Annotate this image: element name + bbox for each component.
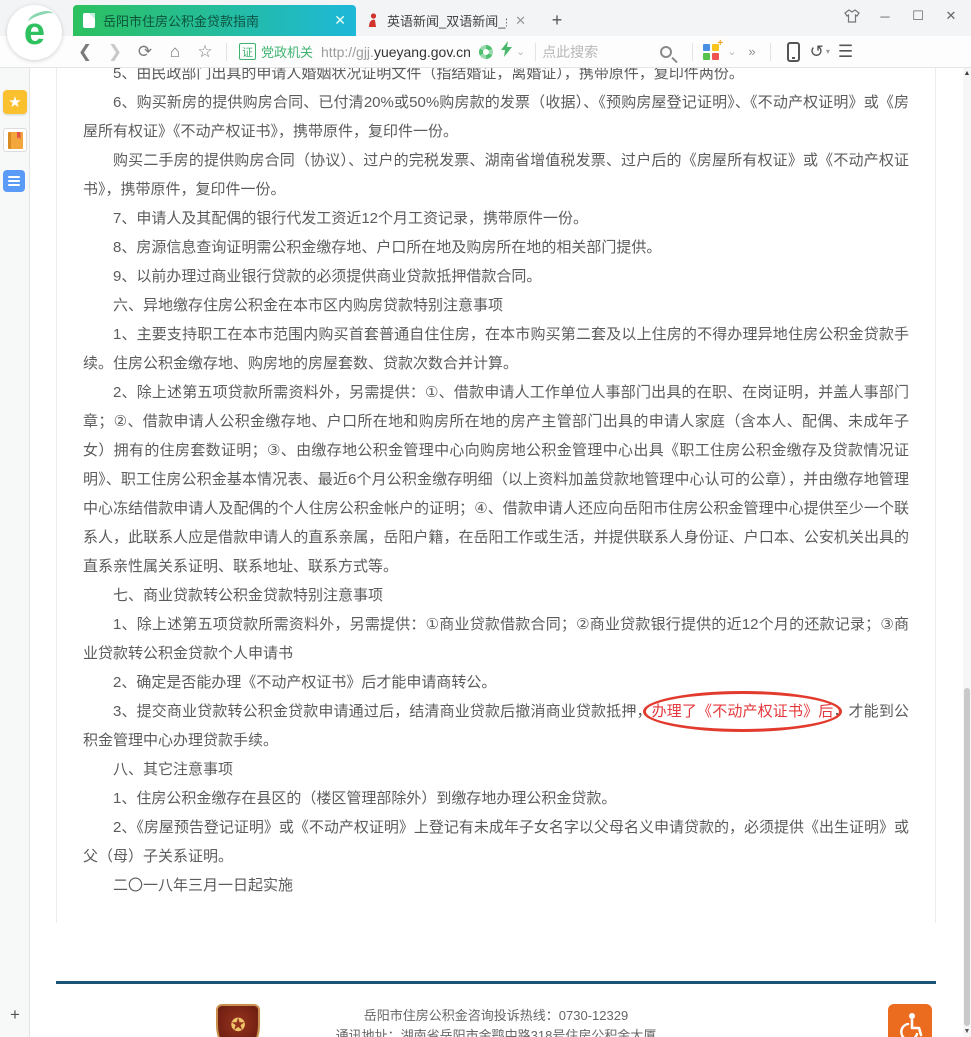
chevron-down-icon[interactable]: ⌄ xyxy=(727,45,736,58)
favorite-star-icon[interactable]: ☆ xyxy=(190,42,220,62)
scroll-down-arrow[interactable]: ▼ xyxy=(963,1028,971,1035)
tab-close-icon[interactable]: ✕ xyxy=(515,13,526,29)
paragraph: 5、由民政部门出具的申请人婚姻状况证明文件（指结婚证，离婚证），携带原件，复印件… xyxy=(83,68,909,88)
side-panel: ★ + xyxy=(0,68,30,1037)
paragraph: 七、商业贷款转公积金贷款特别注意事项 xyxy=(83,581,909,610)
paragraph: 六、异地缴存住房公积金在本市区内购房贷款特别注意事项 xyxy=(83,291,909,320)
recently-closed-icon[interactable]: ↺ xyxy=(810,42,824,62)
logo-e-glyph: e xyxy=(24,13,45,51)
divider xyxy=(692,43,693,61)
footer-line: 通讯地址：湖南省岳阳市金鹗中路318号住房公积金大厦 xyxy=(320,1026,672,1037)
paragraph: 2、除上述第五项贷款所需资料外，另需提供：①、借款申请人工作单位人事部门出具的在… xyxy=(83,378,909,581)
footer-info: 岳阳市住房公积金咨询投诉热线：0730-12329通讯地址：湖南省岳阳市金鹗中路… xyxy=(320,1006,672,1037)
window-controls: ─ ☐ ✕ xyxy=(840,4,963,28)
menu-icon[interactable]: ☰ xyxy=(838,42,853,62)
book-icon xyxy=(8,132,23,149)
tab-title: 岳阳市住房公积金贷款指南 xyxy=(103,11,326,30)
divider xyxy=(226,43,227,61)
paragraph: 9、以前办理过商业银行贷款的必须提供商业贷款抵押借款合同。 xyxy=(83,262,909,291)
paragraph: 6、购买新房的提供购房合同、已付清20%或50%购房款的发票（收据）、《预购房屋… xyxy=(83,88,909,146)
lightning-icon[interactable] xyxy=(501,41,512,62)
notes-document-icon[interactable] xyxy=(3,170,25,192)
tab-favicon-icon xyxy=(366,13,379,28)
scrollbar-thumb[interactable] xyxy=(964,688,970,1026)
paragraph: 2、《房屋预告登记证明》或《不动产权证明》上登记有未成年子女名字以父母名义申请贷… xyxy=(83,813,909,871)
toolbar: ❮ ❯ ⟳ ⌂ ☆ 证 党政机关 http://gjj.yueyang.gov.… xyxy=(0,36,971,68)
url-domain: yueyang.gov.cn xyxy=(374,44,471,60)
browser-window: e 岳阳市住房公积金贷款指南 ✕ 英语新闻_双语新闻_纽约时报中… ✕ + xyxy=(0,0,971,1037)
maximize-button[interactable]: ☐ xyxy=(906,4,930,28)
web-page: 5、由民政部门出具的申请人婚姻状况证明文件（指结婚证，离婚证），携带原件，复印件… xyxy=(30,68,971,1037)
paragraph: 八、其它注意事项 xyxy=(83,755,909,784)
browser-body: ★ + 5、由民政部门出具的申请人婚姻状况证明文件（指结婚证，离婚证），携带原件… xyxy=(0,68,971,1037)
paragraph: 购买二手房的提供购房合同（协议）、过户的完税发票、湖南省增值税发票、过户后的《房… xyxy=(83,146,909,204)
site-cert-badge[interactable]: 证 党政机关 xyxy=(239,42,313,61)
back-button[interactable]: ❮ xyxy=(70,42,100,62)
search-icon[interactable] xyxy=(660,46,672,58)
new-tab-button[interactable]: + xyxy=(544,7,570,33)
tab-bar: e 岳阳市住房公积金贷款指南 ✕ 英语新闻_双语新闻_纽约时报中… ✕ + xyxy=(0,0,971,36)
wheelchair-icon xyxy=(895,1011,925,1037)
scrollbar[interactable]: ▲ ▼ xyxy=(963,68,971,1037)
badge-emblem: ✪ xyxy=(230,1016,245,1034)
home-button[interactable]: ⌂ xyxy=(160,42,190,62)
paragraph: 1、主要支持职工在本市范围内购买首套普通自住住房，在本市购买第二套及以上住房的不… xyxy=(83,320,909,378)
more-tools-icon[interactable]: » xyxy=(748,44,755,59)
paragraph: 7、申请人及其配偶的银行代发工资近12个月工资记录，携带原件一份。 xyxy=(83,204,909,233)
browser-mode-icon[interactable] xyxy=(479,45,493,59)
red-circled-text: 办理了《不动产权证书》后 xyxy=(652,703,834,720)
divider xyxy=(535,43,536,61)
theme-shirt-icon[interactable] xyxy=(840,4,864,28)
url-prefix: http://gjj. xyxy=(321,44,374,60)
minimize-button[interactable]: ─ xyxy=(873,4,897,28)
extensions-icon[interactable]: + xyxy=(703,44,719,60)
tab-close-icon[interactable]: ✕ xyxy=(334,12,346,29)
browser-logo[interactable]: e xyxy=(7,5,62,60)
accessibility-button[interactable] xyxy=(888,1004,932,1037)
page-footer: ✪ 党政机关 岳阳市住房公积金咨询投诉热线：0730-12329通讯地址：湖南省… xyxy=(56,981,936,1037)
paragraph: 2、确定是否能办理《不动产权证书》后才能申请商转公。 xyxy=(83,668,909,697)
close-button[interactable]: ✕ xyxy=(939,4,963,28)
tabs: 岳阳市住房公积金贷款指南 ✕ 英语新闻_双语新闻_纽约时报中… ✕ + xyxy=(73,0,570,36)
divider xyxy=(770,43,771,61)
refresh-button[interactable]: ⟳ xyxy=(130,42,160,62)
scroll-up-arrow[interactable]: ▲ xyxy=(963,70,971,77)
chevron-down-icon[interactable]: ⌄ xyxy=(516,45,525,58)
page-icon xyxy=(83,13,95,28)
mobile-sync-icon[interactable] xyxy=(787,42,800,62)
paragraph: 二〇一八年三月一日起实施 xyxy=(83,871,909,900)
tab-news[interactable]: 英语新闻_双语新闻_纽约时报中… ✕ xyxy=(356,5,536,36)
content-column: 5、由民政部门出具的申请人婚姻状况证明文件（指结婚证，离婚证），携带原件，复印件… xyxy=(56,68,936,923)
article: 5、由民政部门出具的申请人婚姻状况证明文件（指结婚证，离婚证），携带原件，复印件… xyxy=(83,68,909,900)
caret-down-icon[interactable]: ▾ xyxy=(826,47,830,56)
address-bar[interactable]: http://gjj.yueyang.gov.cn xyxy=(321,44,471,60)
paragraph: 1、除上述第五项贷款所需资料外，另需提供：①商业贷款借款合同；②商业贷款银行提供… xyxy=(83,610,909,668)
tab-active-gongjijin[interactable]: 岳阳市住房公积金贷款指南 ✕ xyxy=(73,5,356,36)
favorites-star-icon[interactable]: ★ xyxy=(3,90,27,114)
add-extension-icon: + xyxy=(717,38,723,49)
text-part: 3、提交商业贷款转公积金贷款申请通过后，结清商业贷款后撤消商业贷款抵押， xyxy=(113,703,652,720)
paragraph: 3、提交商业贷款转公积金贷款申请通过后，结清商业贷款后撤消商业贷款抵押，办理了《… xyxy=(83,697,909,755)
gov-badge-icon[interactable]: ✪ 党政机关 xyxy=(216,1004,260,1037)
cert-type-label: 党政机关 xyxy=(261,42,313,61)
tab-title: 英语新闻_双语新闻_纽约时报中… xyxy=(387,11,507,30)
search-input[interactable]: 点此搜索 xyxy=(542,42,660,62)
cert-icon: 证 xyxy=(239,43,256,60)
footer-line: 岳阳市住房公积金咨询投诉热线：0730-12329 xyxy=(320,1006,672,1026)
bookmarks-book-icon[interactable] xyxy=(3,128,27,152)
forward-button[interactable]: ❯ xyxy=(100,42,130,62)
side-add-button[interactable]: + xyxy=(0,1005,30,1025)
paragraph: 8、房源信息查询证明需公积金缴存地、户口所在地及购房所在地的相关部门提供。 xyxy=(83,233,909,262)
paragraph: 1、住房公积金缴存在县区的（楼区管理部除外）到缴存地办理公积金贷款。 xyxy=(83,784,909,813)
